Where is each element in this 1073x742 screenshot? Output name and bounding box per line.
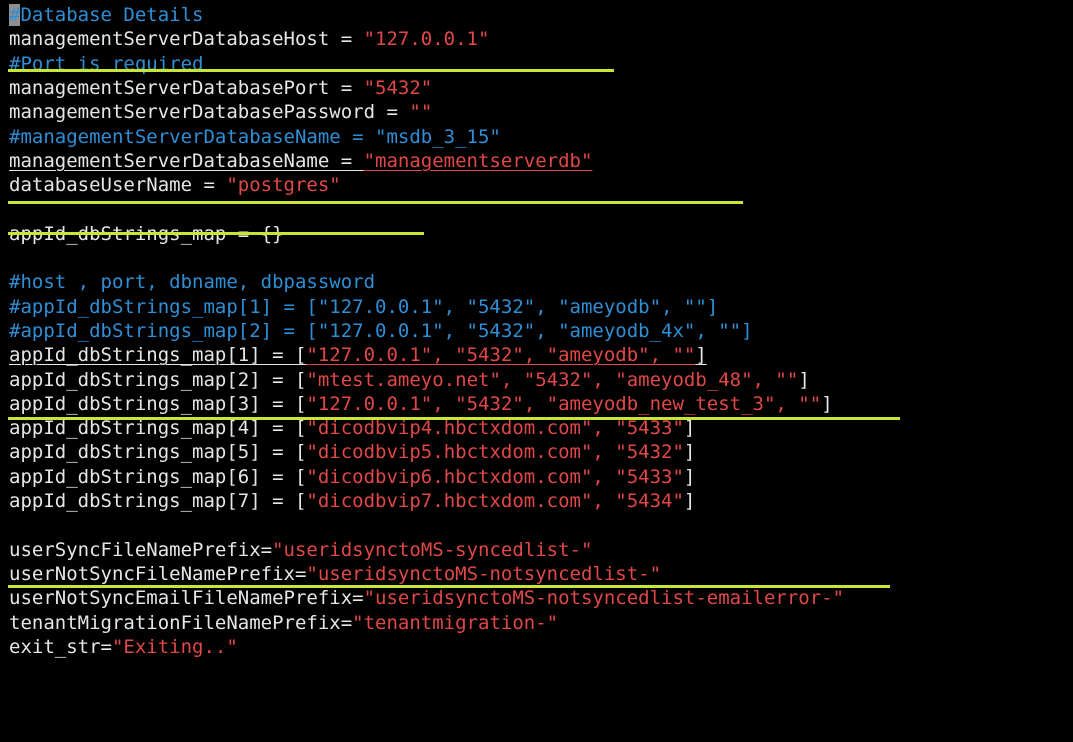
- code-editor[interactable]: #Database Details managementServerDatabas…: [0, 0, 1073, 742]
- string-token: "dicodbvip5.hbctxdom.com", "5432": [306, 441, 684, 464]
- code-line[interactable]: tenantMigrationFileNamePrefix="tenantmig…: [9, 611, 558, 635]
- code-token: ]: [695, 344, 707, 367]
- code-token: ]: [798, 368, 810, 391]
- highlight-underline: [8, 417, 900, 420]
- code-token: managementServerDatabasePort =: [9, 76, 364, 99]
- code-token: userSyncFileNamePrefix=: [9, 538, 273, 561]
- code-token: appId_dbStrings_map[1] = [: [9, 344, 307, 367]
- string-token: "127.0.0.1": [363, 28, 490, 51]
- string-token: "": [409, 101, 433, 124]
- string-token: "tenantmigration-": [352, 611, 559, 634]
- code-token: managementServerDatabasePassword =: [9, 101, 410, 124]
- code-line[interactable]: databaseUserName = "postgres": [9, 173, 341, 197]
- string-token: "useridsynctoMS-notsyncedlist-": [306, 562, 662, 585]
- code-token: ]: [683, 465, 696, 488]
- code-line[interactable]: managementServerDatabasePort = "5432": [9, 76, 432, 100]
- string-token: "useridsynctoMS-notsyncedlist-emailerror…: [363, 587, 845, 610]
- comment-token: #appId_dbStrings_map[2] = ["127.0.0.1", …: [9, 319, 753, 342]
- code-line[interactable]: #appId_dbStrings_map[2] = ["127.0.0.1", …: [9, 319, 753, 343]
- code-token: managementServerDatabaseHost =: [9, 28, 364, 51]
- highlight-underline: [8, 585, 890, 588]
- code-line[interactable]: userNotSyncFileNamePrefix="useridsynctoM…: [9, 562, 661, 586]
- string-token: "dicodbvip7.hbctxdom.com", "5434": [306, 490, 684, 512]
- code-line[interactable]: appId_dbStrings_map[1] = ["127.0.0.1", "…: [9, 343, 707, 367]
- code-token: appId_dbStrings_map[3] = [: [9, 392, 307, 415]
- code-line[interactable]: userNotSyncEmailFileNamePrefix="useridsy…: [9, 586, 844, 610]
- highlight-underline: [8, 69, 614, 72]
- string-token: "127.0.0.1", "5432", "ameyodb_new_test_3…: [306, 392, 822, 415]
- string-token: "postgres": [226, 174, 341, 197]
- text-cursor: #: [9, 4, 21, 26]
- string-token: "dicodbvip4.hbctxdom.com", "5433": [306, 417, 684, 440]
- code-line[interactable]: #Database Details: [9, 3, 203, 27]
- string-token: "5432": [363, 76, 433, 99]
- comment-token: #managementServerDatabaseName = "msdb_3_…: [9, 125, 501, 148]
- code-token: ]: [683, 417, 696, 440]
- code-token: ]: [821, 392, 833, 415]
- code-line[interactable]: appId_dbStrings_map[5] = ["dicodbvip5.hb…: [9, 440, 695, 464]
- string-token: "mtest.ameyo.net", "5432", "ameyodb_48",…: [306, 368, 799, 391]
- code-line[interactable]: appId_dbStrings_map[3] = ["127.0.0.1", "…: [9, 392, 833, 416]
- highlight-underline: [8, 201, 743, 204]
- string-token: "Exiting..": [111, 635, 238, 658]
- code-token: ]: [683, 441, 696, 464]
- code-line[interactable]: appId_dbStrings_map[2] = ["mtest.ameyo.n…: [9, 368, 810, 392]
- comment-token: Database Details: [20, 4, 204, 26]
- string-token: "127.0.0.1", "5432", "ameyodb", "": [306, 344, 696, 367]
- highlight-underline: [8, 232, 424, 235]
- code-line[interactable]: exit_str="Exiting..": [9, 635, 238, 659]
- code-token: managementServerDatabaseName =: [9, 149, 364, 172]
- code-token: appId_dbStrings_map[4] = [: [9, 417, 307, 440]
- code-token: exit_str=: [9, 635, 112, 658]
- code-token: databaseUserName =: [9, 174, 227, 197]
- code-token: appId_dbStrings_map[6] = [: [9, 465, 307, 488]
- string-token: "dicodbvip6.hbctxdom.com", "5433": [306, 465, 684, 488]
- string-token: "managementserverdb": [363, 149, 593, 172]
- code-line[interactable]: appId_dbStrings_map[7] = ["dicodbvip7.hb…: [9, 489, 695, 513]
- code-line[interactable]: #host , port, dbname, dbpassword: [9, 270, 375, 294]
- code-token: appId_dbStrings_map[2] = [: [9, 368, 307, 391]
- code-token: userNotSyncEmailFileNamePrefix=: [9, 587, 364, 610]
- code-token: appId_dbStrings_map[7] = [: [9, 490, 307, 512]
- code-token: appId_dbStrings_map[5] = [: [9, 441, 307, 464]
- code-line[interactable]: managementServerDatabaseName = "manageme…: [9, 149, 592, 173]
- code-line[interactable]: #appId_dbStrings_map[1] = ["127.0.0.1", …: [9, 295, 718, 319]
- code-line[interactable]: managementServerDatabasePassword = "": [9, 100, 432, 124]
- comment-token: #appId_dbStrings_map[1] = ["127.0.0.1", …: [9, 295, 719, 318]
- string-token: "useridsynctoMS-syncedlist-": [272, 538, 593, 561]
- code-line[interactable]: #managementServerDatabaseName = "msdb_3_…: [9, 125, 501, 149]
- comment-token: #host , port, dbname, dbpassword: [9, 271, 376, 294]
- code-line[interactable]: managementServerDatabaseHost = "127.0.0.…: [9, 27, 489, 51]
- code-token: userNotSyncFileNamePrefix=: [9, 562, 307, 585]
- code-line[interactable]: appId_dbStrings_map[6] = ["dicodbvip6.hb…: [9, 465, 695, 489]
- code-token: ]: [683, 490, 696, 512]
- code-token: tenantMigrationFileNamePrefix=: [9, 611, 353, 634]
- code-line[interactable]: userSyncFileNamePrefix="useridsynctoMS-s…: [9, 538, 592, 562]
